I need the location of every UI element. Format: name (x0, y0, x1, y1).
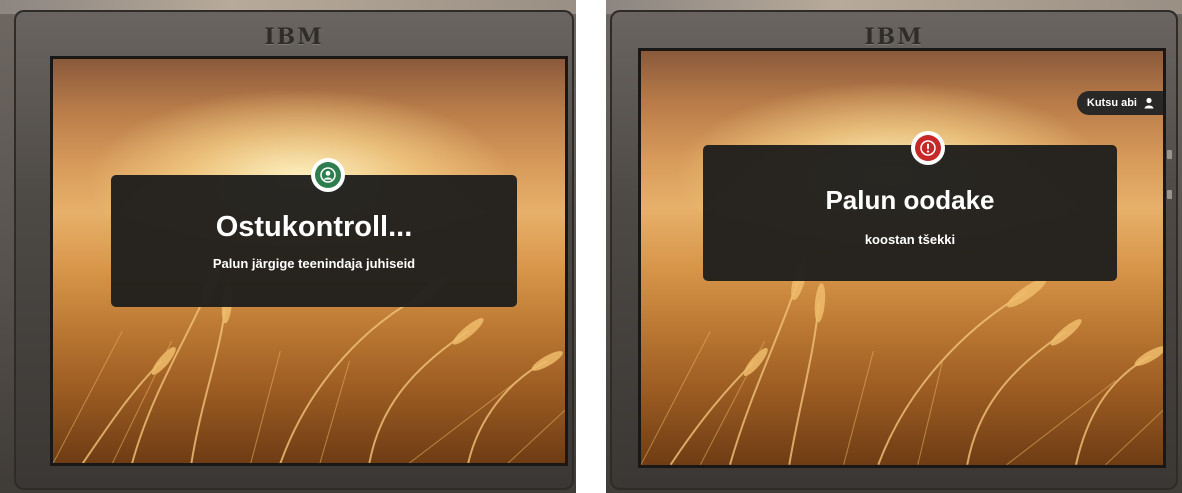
dialog-title: Palun oodake (825, 185, 995, 215)
call-help-button[interactable]: Kutsu abi (1076, 91, 1163, 115)
monitor-bezel: IBM (14, 10, 574, 490)
dialog-title: Ostukontroll... (215, 211, 413, 243)
status-dialog: Ostukontroll... Palun järgige teenindaja… (111, 175, 517, 307)
alert-exclamation-icon (911, 131, 945, 165)
dialog-message: Palun järgige teenindaja juhiseid (212, 256, 416, 271)
call-help-label: Kutsu abi (1086, 97, 1137, 109)
user-circle-icon (311, 158, 345, 192)
kiosk-screen: Palun oodake koostan tšekki Kutsu abi (638, 48, 1166, 468)
side-indicator (1167, 190, 1172, 199)
kiosk-photo-right: IBM Palun oodake koostan tšekki Kutsu ab… (606, 0, 1182, 493)
kiosk-photo-left: IBM Ostukontroll... Palun järgige teenin… (0, 0, 576, 493)
dialog-message: koostan tšekki (864, 232, 956, 247)
side-indicator (1167, 150, 1172, 159)
monitor-bezel: IBM (610, 10, 1178, 490)
kiosk-screen: Ostukontroll... Palun järgige teenindaja… (50, 56, 568, 466)
person-icon (1144, 97, 1154, 109)
monitor-brand-label: IBM (264, 24, 324, 50)
status-dialog: Palun oodake koostan tšekki (703, 145, 1117, 281)
monitor-brand-label: IBM (864, 24, 924, 50)
